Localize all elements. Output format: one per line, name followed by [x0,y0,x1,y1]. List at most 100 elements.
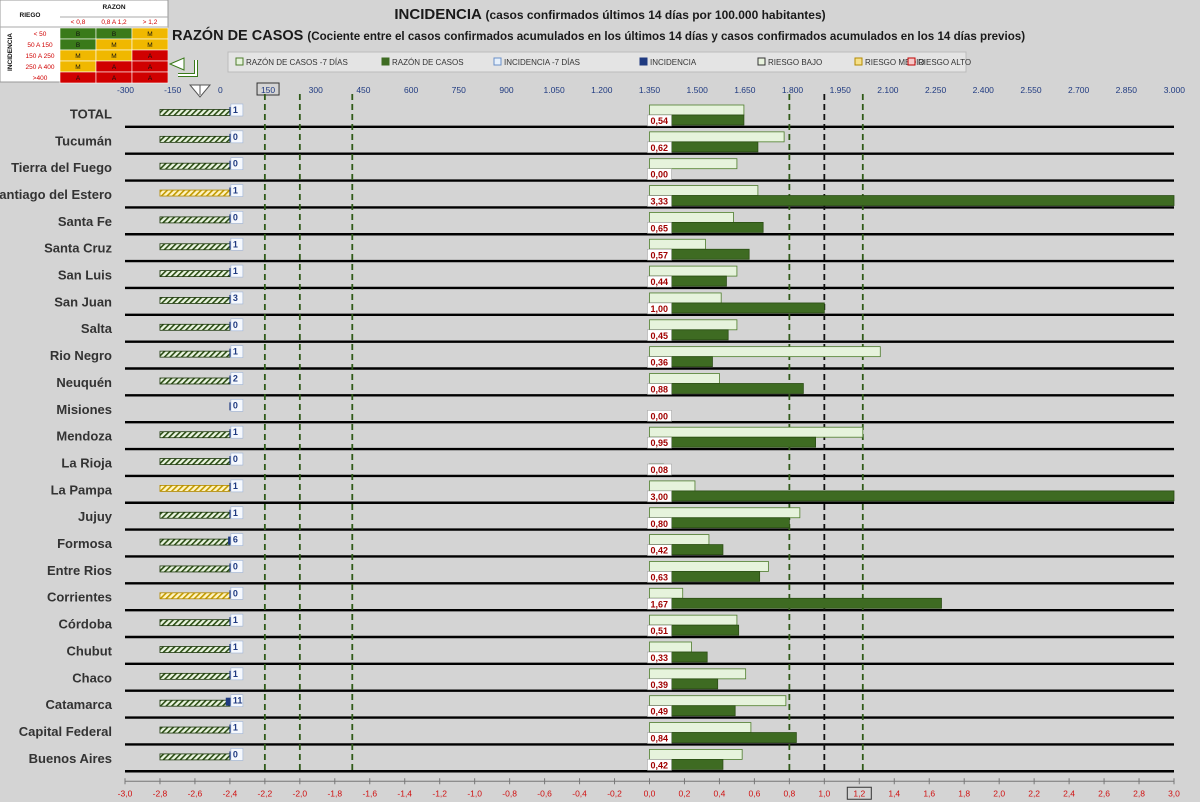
bottom-axis-tick-label: 2,8 [1133,788,1145,798]
razon-7dias-bar [649,749,743,760]
bottom-axis-tick-label: 2,4 [1063,788,1075,798]
top-axis-tick-label: 1.800 [782,85,804,95]
bottom-axis-tick-label: -0,6 [537,788,552,798]
incidence-value-label: 11 [233,696,243,706]
category-label: Salta [81,321,113,336]
razon-7dias-bar [649,373,720,384]
bottom-axis-tick-label: -1,6 [362,788,377,798]
bottom-axis-tick-label: -0,2 [607,788,622,798]
category-label: San Luis [58,268,112,283]
razon-value-label: 0,80 [651,519,669,529]
category-label: Chubut [67,643,113,658]
risk-matrix-cell-label: M [111,53,116,60]
risk-bar [159,726,231,734]
legend-swatch [757,57,766,66]
category-label: Capital Federal [19,724,112,739]
incidence-value-label: 0 [233,749,238,759]
top-axis-tick-label: 2.100 [877,85,899,95]
razon-value-label: 0,42 [651,760,669,770]
razon-value-label: 0,95 [651,438,669,448]
risk-matrix-cell-label: M [147,42,152,49]
risk-bar [159,323,231,331]
bottom-axis-tick-label: -3,0 [118,788,133,798]
risk-matrix-cell-label: A [148,64,153,71]
razon-7dias-bar [649,319,738,331]
category-label: Córdoba [59,617,113,632]
bottom-axis-tick-label: -1,0 [467,788,482,798]
risk-matrix-cell-label: A [76,75,81,82]
risk-matrix-cell-label: M [75,53,80,60]
incidence-value-label: 2 [233,374,238,384]
risk-matrix-row-range: 150 A 250 [26,53,55,60]
razon-bar [649,195,1175,206]
risk-bar [159,538,231,546]
legend-swatch [639,57,648,66]
category-label: TOTAL [70,106,112,121]
razon-7dias-bar [649,211,734,223]
risk-matrix-col-header: 0,8 A 1,2 [101,19,127,26]
top-axis-tick-label: 750 [452,85,466,95]
incidence-value-label: 1 [233,186,238,196]
bottom-axis-tick-label: -2,6 [188,788,203,798]
incidence-bar [228,536,231,545]
razon-7dias-bar [649,561,769,572]
razon-7dias-bar [649,346,881,358]
razon-value-label: 0,84 [651,734,669,744]
incidence-value-label: 1 [233,642,238,652]
risk-matrix-razon-label: RAZON [102,4,125,11]
risk-matrix-row-range: 250 A 400 [26,64,55,71]
top-axis-tick-label: 900 [499,85,513,95]
legend-swatch [854,57,863,66]
razon-value-label: 0,36 [651,358,669,368]
top-axis-tick-label: 3.000 [1164,85,1186,95]
risk-bar [159,377,231,385]
risk-bar [159,350,231,358]
risk-bar [159,216,231,224]
bottom-axis-tick-label: 0,0 [644,788,656,798]
incidence-value-label: 0 [233,320,238,330]
razon-value-label: 0,63 [651,572,669,582]
incidence-value-label: 1 [233,615,238,625]
top-axis-tick-label: -300 [117,85,134,95]
category-label: Mendoza [56,429,112,444]
risk-matrix-row-range: >400 [33,75,48,82]
bottom-axis-tick-label: -0,4 [572,788,587,798]
razon-7dias-bar [649,507,801,519]
legend-label: RIESGO ALTO [918,58,971,67]
chart-title: INCIDENCIA (casos confirmados últimos 14… [394,6,825,23]
risk-bar [159,189,231,197]
incidence-value-label: 1 [233,105,238,115]
category-label: Neuquén [56,375,112,390]
top-axis-tick-label: 1.050 [543,85,565,95]
razon-7dias-bar [649,641,692,653]
risk-bar [159,484,231,492]
razon-value-label: 3,33 [651,197,669,207]
razon-7dias-bar [649,131,785,143]
incidencia-razon-chart: INCIDENCIA (casos confirmados últimos 14… [0,0,1200,800]
page: INCIDENCIA (casos confirmados últimos 14… [0,0,1200,802]
bottom-axis-tick-label: 3,0 [1168,788,1180,798]
incidence-value-label: 0 [233,159,238,169]
chart-subtitle-main: RAZÓN DE CASOS [172,26,307,44]
razon-bar [649,490,1175,502]
legend-swatch [907,57,916,66]
category-label: Jujuy [78,509,113,524]
top-axis-tick-label: 2.250 [925,85,947,95]
razon-value-label: 0,49 [651,707,669,717]
risk-matrix-cell-label: M [147,31,152,38]
category-label: La Pampa [51,482,113,497]
razon-value-label: 0,54 [651,116,669,126]
risk-matrix-cell-label: B [76,31,80,38]
top-axis-tick-label: -150 [164,85,181,95]
top-axis-tick-label: 0 [218,85,223,95]
incidence-value-label: 1 [233,508,238,518]
risk-bar [159,619,231,627]
legend-entry: RIESGO ALTO [907,57,971,67]
top-axis-tick-label: 450 [356,85,370,95]
incidence-value-label: 1 [233,723,238,733]
legend-entry: INCIDENCIA -7 DÍAS [493,57,580,67]
risk-bar [159,297,231,304]
risk-bar [159,672,231,680]
category-label: Formosa [57,536,113,551]
bottom-axis-tick-label: 0,8 [783,788,795,798]
